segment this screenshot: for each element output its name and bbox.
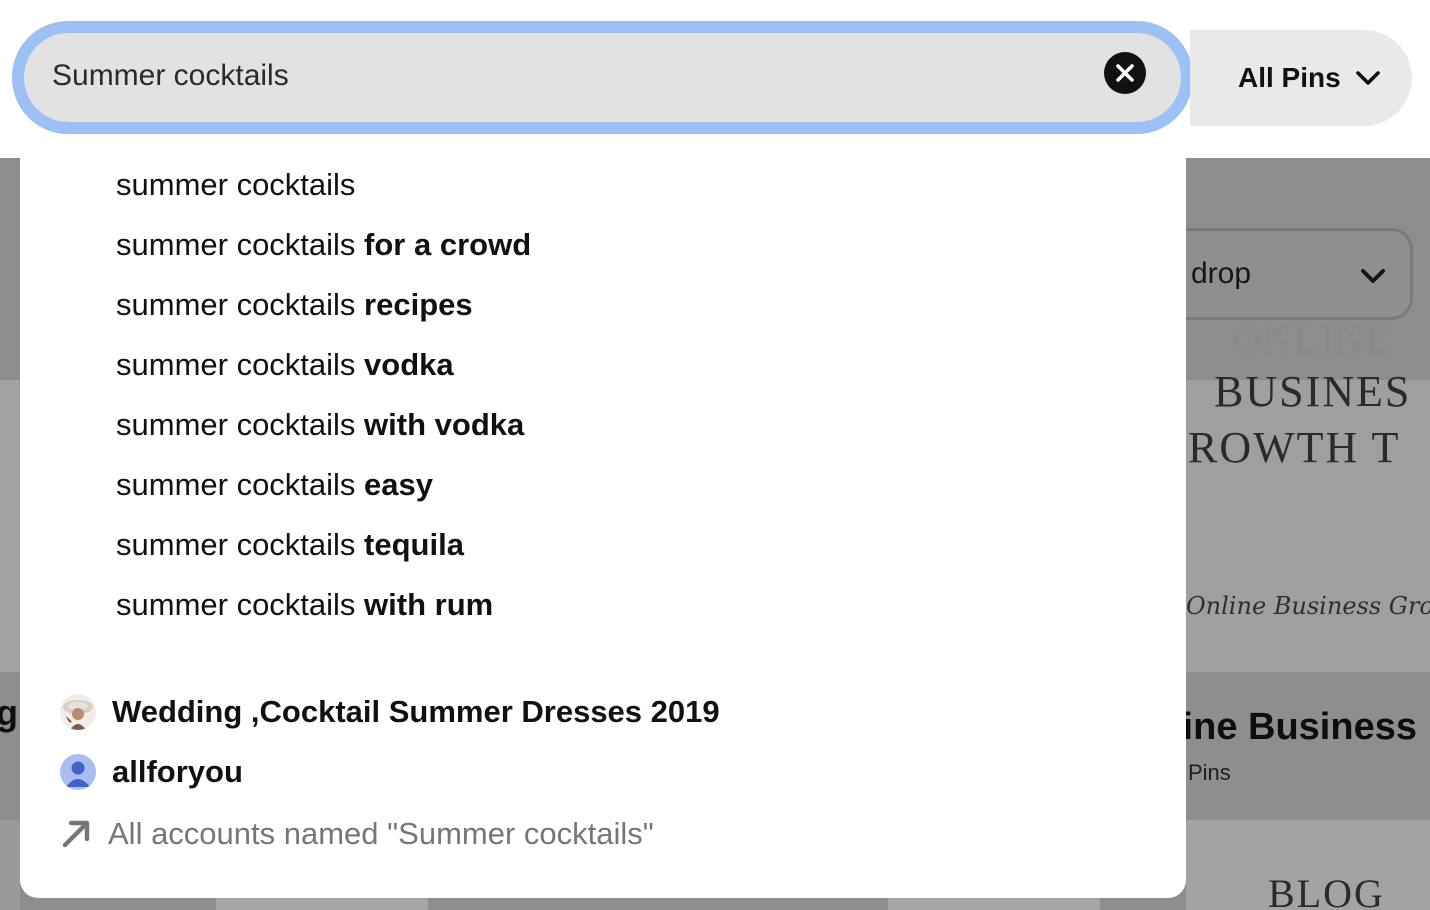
suggestion-query: summer cocktails — [116, 287, 365, 322]
suggestion-item[interactable]: summer cocktails easy — [116, 459, 433, 511]
search-bar[interactable]: Summer cocktails — [12, 21, 1193, 134]
suggestion-item[interactable]: summer cocktails with vodka — [116, 399, 524, 451]
suggestion-query: summer cocktails — [116, 587, 365, 622]
suggestion-item[interactable]: summer cocktails vodka — [116, 339, 454, 391]
background-pin-card — [0, 380, 20, 672]
background-board-meta: Pins — [1188, 760, 1231, 785]
background-board-script: Online Business Growth — [1186, 592, 1430, 620]
background-pin-card — [0, 820, 20, 910]
account-avatar — [60, 694, 96, 730]
suggestion-query: summer cocktails — [116, 407, 365, 442]
suggestion-query: summer cocktails — [116, 467, 365, 502]
search-filter-label: All Pins — [1238, 62, 1341, 93]
background-board-line: BLOG — [1268, 871, 1385, 910]
chevron-down-icon — [1356, 71, 1380, 85]
background-board-title: line Business — [1172, 706, 1417, 748]
suggestion-completion: with vodka — [364, 407, 525, 442]
close-icon — [1116, 64, 1134, 82]
account-name: allforyou — [112, 754, 243, 789]
suggestion-item[interactable]: summer cocktails for a crowd — [116, 219, 531, 271]
background-board-info: line Business Pins — [1172, 672, 1430, 820]
suggestion-completion: easy — [364, 467, 434, 502]
arrow-up-right-icon — [62, 820, 90, 848]
background-board-line: ROWTH T — [1188, 423, 1401, 472]
search-suggestions-dropdown: summer cocktails summer cocktails for a … — [20, 158, 1186, 898]
default-user-avatar-icon — [60, 754, 96, 790]
suggestion-completion: tequila — [364, 527, 464, 562]
account-name: Wedding ,Cocktail Summer Dresses 2019 — [112, 694, 720, 729]
search-input-value[interactable]: Summer cocktails — [52, 59, 289, 93]
suggestion-completion: recipes — [364, 287, 473, 322]
search-input[interactable]: Summer cocktails — [24, 33, 1181, 122]
search-filter-dropdown[interactable]: All Pins — [1190, 30, 1412, 126]
background-board-cover: BLOG — [1186, 820, 1430, 910]
suggestion-completion: for a crowd — [364, 227, 532, 262]
all-accounts-label: All accounts named "Summer cocktails" — [108, 816, 654, 851]
photo-avatar-icon — [60, 694, 96, 730]
account-avatar — [60, 754, 96, 790]
background-board-line: BUSINES — [1214, 367, 1412, 416]
background-select: drop — [1160, 228, 1413, 320]
suggestion-query: summer cocktails — [116, 347, 365, 382]
suggestion-query: summer cocktails — [116, 527, 365, 562]
suggestion-completion: vodka — [364, 347, 454, 382]
suggestion-item[interactable]: summer cocktails with rum — [116, 579, 493, 631]
background-board-line: ONLINE — [1232, 317, 1393, 362]
background-board-cover: ONLINE BUSINES ROWTH T Online Business G… — [1186, 317, 1430, 672]
background-select-value: drop — [1191, 257, 1252, 290]
suggestion-item[interactable]: summer cocktails recipes — [116, 279, 473, 331]
suggestion-query: summer cocktails — [116, 167, 356, 202]
suggestion-completion: with rum — [364, 587, 494, 622]
suggestion-item[interactable]: summer cocktails — [116, 159, 355, 211]
suggestion-item[interactable]: summer cocktails tequila — [116, 519, 464, 571]
background-pin-title: g — [0, 692, 18, 733]
chevron-down-icon — [1361, 269, 1385, 283]
suggestion-query: summer cocktails — [116, 227, 365, 262]
clear-search-button[interactable] — [1104, 52, 1146, 94]
